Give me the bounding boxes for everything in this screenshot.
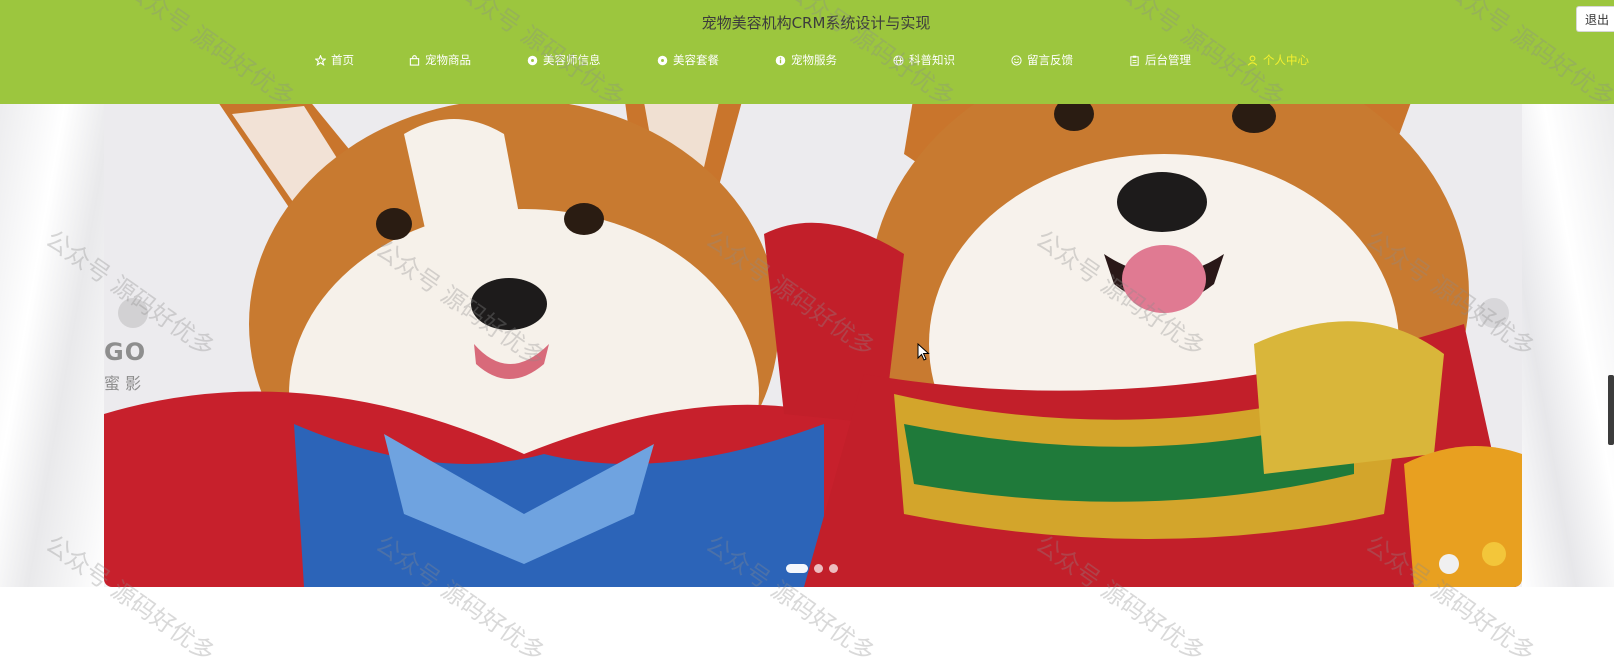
page-scrollbar[interactable] — [1608, 375, 1614, 445]
mouse-cursor-icon — [917, 343, 930, 361]
nav-item-label: 个人中心 — [1263, 53, 1309, 67]
nav-item-feedback[interactable]: 留言反馈 — [1011, 50, 1073, 70]
nav-item-label: 宠物服务 — [791, 53, 837, 67]
nav-item-knowledge[interactable]: 科普知识 — [893, 50, 955, 70]
carousel-side-left — [0, 94, 104, 587]
header-wave-edge — [0, 92, 1614, 104]
nav-item-grooming-packages[interactable]: 美容套餐 — [657, 50, 719, 70]
banner-carousel: GO 蜜 影 — [0, 94, 1614, 587]
user-icon — [1247, 55, 1258, 66]
nav-item-label: 美容套餐 — [673, 53, 719, 67]
smile-icon — [1011, 54, 1022, 66]
carousel-side-right — [1522, 94, 1614, 587]
carousel-slide-image — [104, 94, 1522, 587]
nav-item-admin[interactable]: 后台管理 — [1129, 50, 1191, 70]
dot-circle-icon — [527, 55, 538, 66]
nav-item-pet-products[interactable]: 宠物商品 — [409, 50, 471, 70]
bag-icon — [409, 54, 420, 66]
photo-studio-logo-text: 蜜 影 — [104, 374, 142, 393]
nav-item-label: 美容师信息 — [543, 53, 601, 67]
dot-circle-icon — [657, 55, 668, 66]
carousel-dot[interactable] — [829, 563, 838, 573]
carousel-prev-button[interactable] — [118, 298, 148, 328]
nav-item-label: 后台管理 — [1145, 53, 1191, 67]
nav-item-label: 宠物商品 — [425, 53, 471, 67]
logout-button[interactable]: 退出 — [1576, 6, 1614, 32]
clipboard-icon — [1129, 55, 1140, 66]
globe-icon — [893, 54, 904, 66]
nav-item-groomer-info[interactable]: 美容师信息 — [527, 50, 601, 70]
info-circle-icon — [775, 55, 786, 66]
nav-item-label: 首页 — [331, 53, 354, 67]
carousel-dot[interactable] — [786, 563, 808, 573]
carousel-next-button[interactable] — [1479, 298, 1509, 328]
nav-item-label: 科普知识 — [909, 53, 955, 67]
photo-studio-logo: GO — [104, 338, 147, 366]
carousel-pagination — [786, 563, 838, 573]
nav-item-home[interactable]: 首页 — [315, 50, 354, 70]
site-title: 宠物美容机构CRM系统设计与实现 — [701, 14, 931, 32]
nav-item-label: 留言反馈 — [1027, 53, 1073, 67]
nav-item-personal-center[interactable]: 个人中心 — [1247, 50, 1309, 70]
site-header: 宠物美容机构CRM系统设计与实现 退出 首页 宠物商品 美容师信息 美容套餐 宠… — [0, 0, 1614, 104]
star-icon — [315, 54, 326, 66]
carousel-dot[interactable] — [814, 563, 823, 573]
main-nav: 首页 宠物商品 美容师信息 美容套餐 宠物服务 科普知识 留言反馈 后台管理 个… — [0, 50, 1614, 70]
nav-item-pet-services[interactable]: 宠物服务 — [775, 50, 837, 70]
